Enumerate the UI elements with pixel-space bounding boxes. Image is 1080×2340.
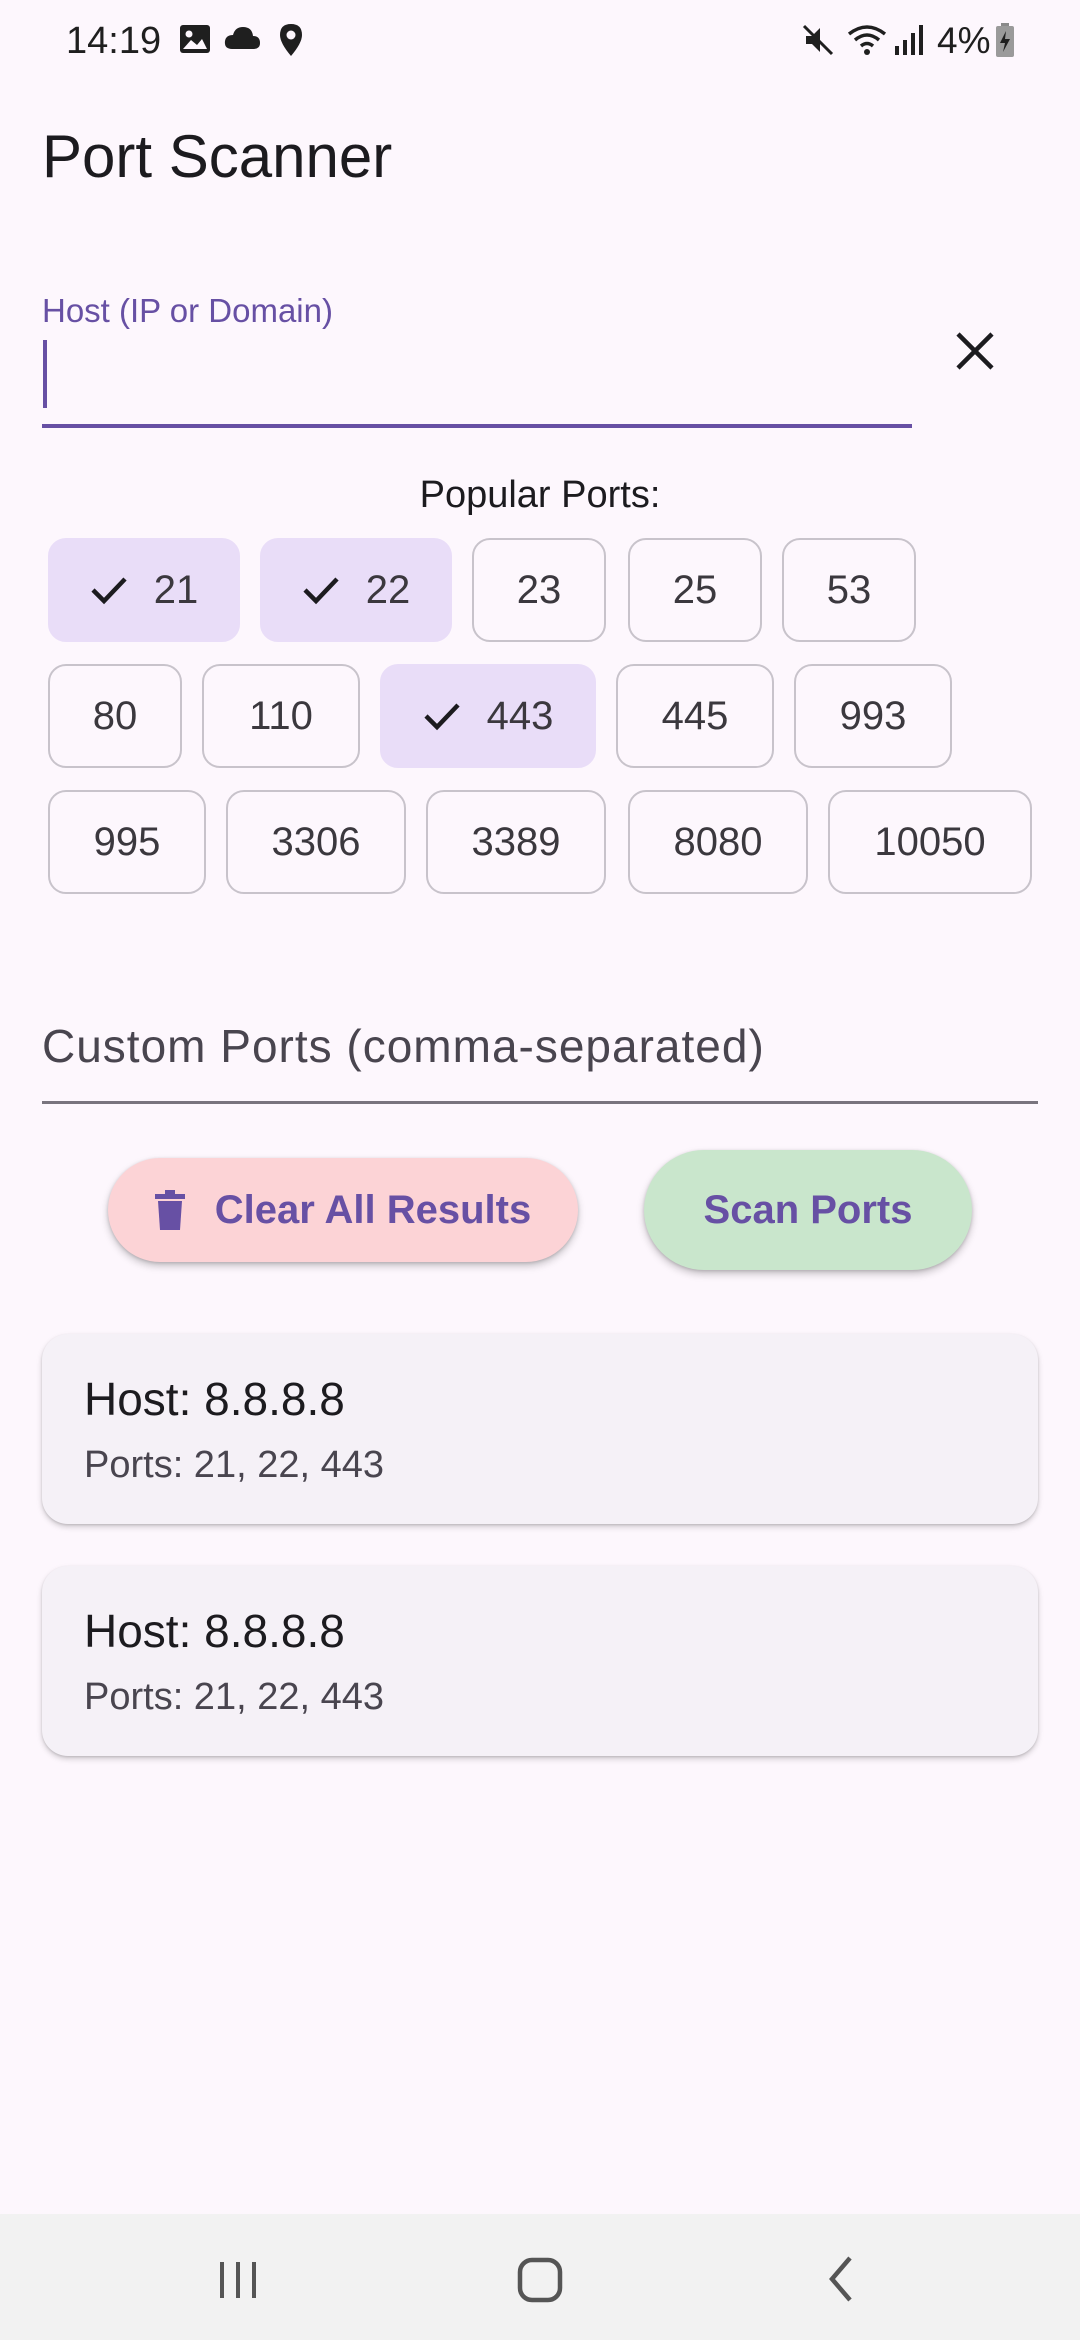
chip-label: 3389 [471,819,561,864]
check-icon [303,577,339,605]
popular-ports-label: Popular Ports: [419,474,661,516]
clear-all-results-button[interactable]: Clear All Results [108,1158,578,1262]
port-chip-80[interactable]: 80 [48,664,182,768]
chip-label: 80 [92,693,138,738]
battery-percent: 4% [937,20,991,61]
chip-label: 25 [672,567,718,612]
image-icon [180,25,210,53]
port-chip-443[interactable]: 443 [380,664,596,768]
chip-label: 53 [826,567,872,612]
host-input[interactable] [42,338,912,428]
text-cursor [43,340,47,408]
chip-label: 22 [365,567,411,612]
back-icon[interactable] [802,2244,882,2314]
system-nav-bar [0,2214,1080,2340]
result-card: Host: 8.8.8.8 Ports: 21, 22, 443 [42,1566,1038,1756]
port-chip-995[interactable]: 995 [48,790,206,894]
check-icon [424,703,460,731]
port-chip-445[interactable]: 445 [616,664,774,768]
port-chip-8080[interactable]: 8080 [628,790,808,894]
wifi-icon [847,25,887,55]
port-chip-110[interactable]: 110 [202,664,360,768]
close-icon[interactable] [940,316,1010,386]
chip-label: 3306 [271,819,361,864]
trash-icon [154,1190,185,1230]
port-chip-22[interactable]: 22 [260,538,452,642]
chip-label: 8080 [673,819,763,864]
chip-label: 21 [153,567,199,612]
chip-label: 995 [93,819,161,864]
screen: 14:19 4% Port Scanner Host (IP or Domain… [0,0,1080,2340]
page-title: Port Scanner [42,123,393,190]
port-chip-10050[interactable]: 10050 [828,790,1032,894]
port-chip-25[interactable]: 25 [628,538,762,642]
port-chip-3389[interactable]: 3389 [426,790,606,894]
chip-label: 110 [249,693,313,738]
scan-ports-button[interactable]: Scan Ports [644,1150,972,1270]
port-chip-23[interactable]: 23 [472,538,606,642]
clear-all-label: Clear All Results [214,1187,532,1232]
chip-label: 10050 [874,819,986,864]
status-time: 14:19 [66,20,162,62]
chip-label: 993 [839,693,907,738]
status-bar: 14:19 4% [0,0,1080,84]
scan-ports-label: Scan Ports [703,1187,913,1232]
result-ports: Ports: 21, 22, 443 [84,1676,384,1718]
host-field-label: Host (IP or Domain) [42,292,333,329]
chip-label: 445 [661,693,729,738]
custom-ports-input[interactable] [42,980,1038,1104]
port-chip-3306[interactable]: 3306 [226,790,406,894]
chip-label: 443 [486,693,554,738]
result-card: Host: 8.8.8.8 Ports: 21, 22, 443 [42,1334,1038,1524]
mute-icon [802,24,834,56]
result-host: Host: 8.8.8.8 [84,1605,345,1657]
recent-apps-icon[interactable] [198,2244,278,2314]
check-icon [91,577,127,605]
port-chip-21[interactable]: 21 [48,538,240,642]
port-chip-53[interactable]: 53 [782,538,916,642]
home-icon[interactable] [500,2244,580,2314]
result-ports: Ports: 21, 22, 443 [84,1444,384,1486]
location-icon [280,24,302,56]
result-host: Host: 8.8.8.8 [84,1373,345,1425]
signal-icon [895,25,923,55]
port-chip-993[interactable]: 993 [794,664,952,768]
chip-label: 23 [516,567,562,612]
cloud-icon [224,27,260,49]
battery-charging-icon [996,23,1014,57]
